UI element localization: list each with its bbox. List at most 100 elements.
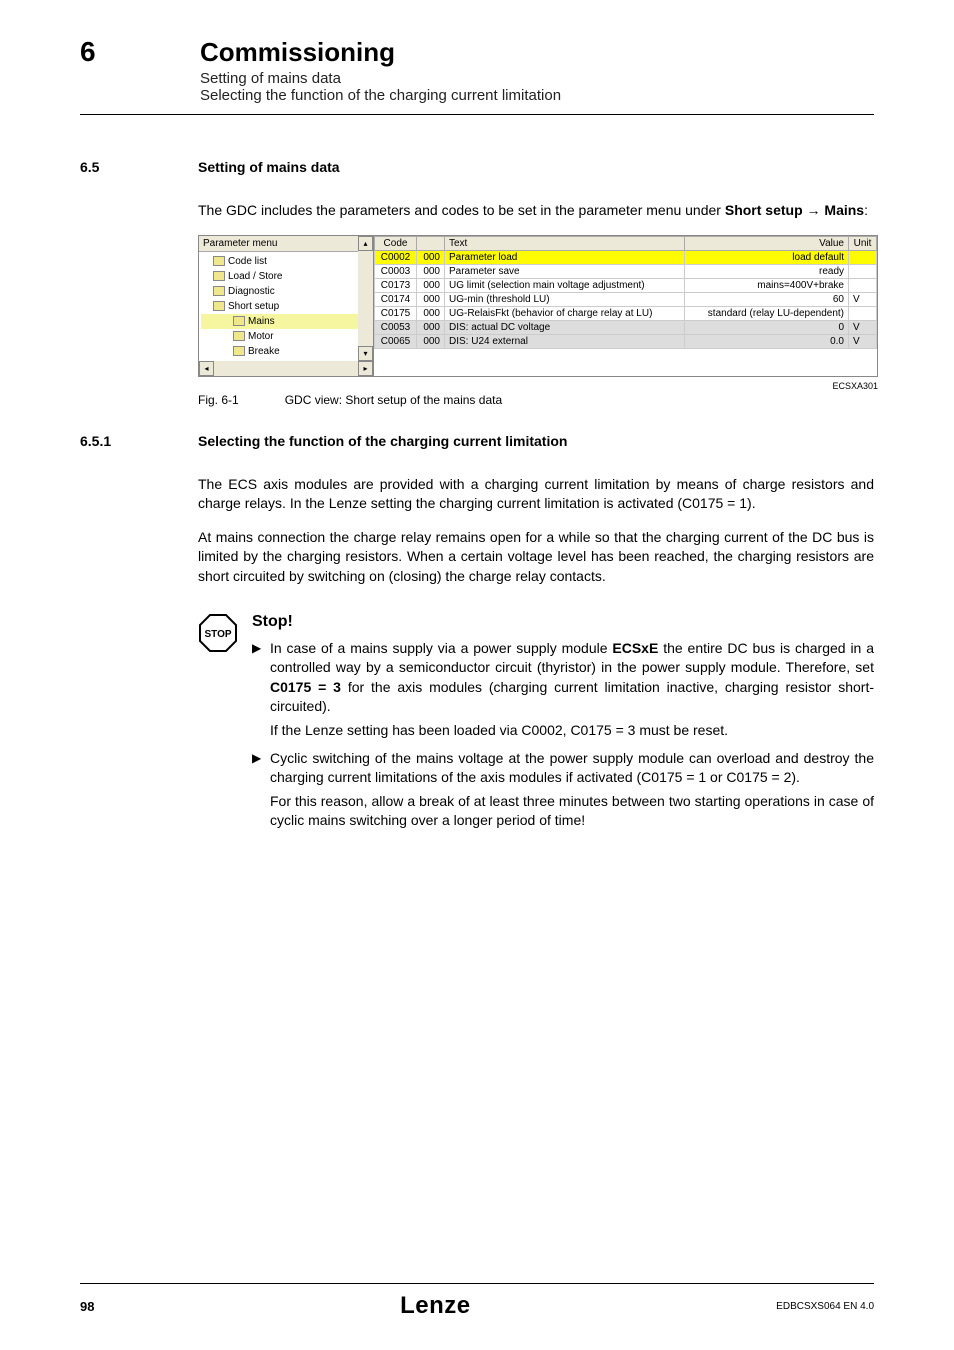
cell-text: UG-RelaisFkt (behavior of charge relay a…	[445, 306, 685, 320]
figure-number: Fig. 6-1	[198, 393, 239, 407]
col-value[interactable]: Value	[684, 236, 848, 250]
cell-unit	[849, 250, 877, 264]
text-bold: ECSxE	[612, 640, 658, 656]
tree-item-diagnostic[interactable]: Diagnostic	[201, 284, 371, 299]
text: for the axis modules (charging current l…	[270, 679, 874, 715]
cell-text: Parameter load	[445, 250, 685, 264]
cell-text: DIS: actual DC voltage	[445, 320, 685, 334]
tree-label: Diagnostic	[228, 286, 275, 297]
cell-sub: 000	[417, 250, 445, 264]
scroll-left-icon[interactable]: ◂	[199, 361, 214, 376]
col-unit[interactable]: Unit	[849, 236, 877, 250]
folder-icon	[213, 301, 225, 311]
tree-item-breake[interactable]: Breake	[201, 344, 371, 359]
triangle-bullet-icon: ▶	[252, 639, 264, 717]
tree-item-codelist[interactable]: Code list	[201, 254, 371, 269]
tree-item-loadstore[interactable]: Load / Store	[201, 269, 371, 284]
parameter-tree[interactable]: Parameter menu Code list Load / Store Di…	[199, 236, 374, 376]
page-footer: 98 Lenze EDBCSXS064 EN 4.0	[80, 1283, 874, 1320]
cell-unit	[849, 306, 877, 320]
header-rule	[80, 114, 874, 115]
page-number: 98	[80, 1299, 94, 1314]
chapter-header: 6 Commissioning Setting of mains data Se…	[80, 36, 874, 104]
cell-text: Parameter save	[445, 264, 685, 278]
cell-sub: 000	[417, 306, 445, 320]
tree-item-motor[interactable]: Motor	[201, 329, 371, 344]
tree-item-shortsetup[interactable]: Short setup	[201, 299, 371, 314]
table-row[interactable]: C0003000Parameter saveready	[375, 264, 877, 278]
col-text[interactable]: Text	[445, 236, 685, 250]
tree-vscroll[interactable]: ▴ ▾	[358, 236, 373, 361]
figure-caption: Fig. 6-1 GDC view: Short setup of the ma…	[198, 393, 878, 407]
cell-code: C0174	[375, 292, 417, 306]
cell-text: DIS: U24 external	[445, 334, 685, 348]
col-sub[interactable]	[417, 236, 445, 250]
table-row[interactable]: C0002000Parameter loadload default	[375, 250, 877, 264]
paragraph: At mains connection the charge relay rem…	[198, 528, 874, 587]
tree-label: Code list	[228, 256, 267, 267]
cell-code: C0065	[375, 334, 417, 348]
section-intro: The GDC includes the parameters and code…	[198, 201, 874, 221]
col-code[interactable]: Code	[375, 236, 417, 250]
intro-text: The GDC includes the parameters and code…	[198, 202, 725, 218]
scroll-down-icon[interactable]: ▾	[358, 346, 373, 361]
gdc-screenshot: Parameter menu Code list Load / Store Di…	[198, 235, 878, 407]
text-bold: C0175 = 3	[270, 679, 341, 695]
table-row[interactable]: C0175000UG-RelaisFkt (behavior of charge…	[375, 306, 877, 320]
table-row[interactable]: C0173000UG limit (selection main voltage…	[375, 278, 877, 292]
folder-icon	[213, 286, 225, 296]
chapter-subtitle-2: Selecting the function of the charging c…	[200, 87, 874, 104]
folder-icon	[233, 346, 245, 356]
cell-text: UG limit (selection main voltage adjustm…	[445, 278, 685, 292]
folder-icon	[213, 271, 225, 281]
chapter-number: 6	[80, 36, 100, 68]
bullet-text: Cyclic switching of the mains voltage at…	[270, 749, 874, 788]
chapter-subtitle-1: Setting of mains data	[200, 70, 874, 87]
folder-icon	[213, 256, 225, 266]
chapter-title: Commissioning	[200, 37, 874, 68]
figure-caption-text: GDC view: Short setup of the mains data	[285, 393, 502, 407]
cell-sub: 000	[417, 264, 445, 278]
stop-title: Stop!	[252, 613, 874, 631]
table-row[interactable]: C0174000UG-min (threshold LU)60V	[375, 292, 877, 306]
section-number: 6.5.1	[80, 433, 140, 449]
cell-code: C0003	[375, 264, 417, 278]
tree-label: Motor	[248, 331, 274, 342]
scroll-up-icon[interactable]: ▴	[358, 236, 373, 251]
document-id: EDBCSXS064 EN 4.0	[776, 1301, 874, 1312]
bullet-continuation: For this reason, allow a break of at lea…	[270, 792, 874, 831]
cell-sub: 000	[417, 320, 445, 334]
section-6-5-1: 6.5.1 Selecting the function of the char…	[80, 433, 874, 839]
cell-value: 0.0	[684, 334, 848, 348]
tree-label: Breake	[248, 346, 280, 357]
tree-label: Load / Store	[228, 271, 282, 282]
cell-code: C0175	[375, 306, 417, 320]
tree-hscroll[interactable]: ◂ ▸	[199, 361, 373, 376]
scroll-right-icon[interactable]: ▸	[358, 361, 373, 376]
tree-label: Short setup	[228, 301, 279, 312]
section-title: Setting of mains data	[198, 159, 340, 175]
cell-unit: V	[849, 292, 877, 306]
cell-value: 60	[684, 292, 848, 306]
cell-value: 0	[684, 320, 848, 334]
intro-tail: :	[864, 202, 868, 218]
cell-code: C0173	[375, 278, 417, 292]
cell-unit: V	[849, 320, 877, 334]
bullet-text: In case of a mains supply via a power su…	[270, 639, 874, 717]
tree-label: Mains	[248, 316, 275, 327]
cell-value: ready	[684, 264, 848, 278]
brand-logo: Lenze	[400, 1292, 471, 1320]
tree-item-mains[interactable]: Mains	[201, 314, 371, 329]
table-row[interactable]: C0053000DIS: actual DC voltage0V	[375, 320, 877, 334]
cell-value: mains=400V+brake	[684, 278, 848, 292]
tree-header: Parameter menu	[199, 236, 373, 252]
table-row[interactable]: C0065000DIS: U24 external0.0V	[375, 334, 877, 348]
cell-unit	[849, 264, 877, 278]
cell-value: load default	[684, 250, 848, 264]
cell-code: C0053	[375, 320, 417, 334]
text: In case of a mains supply via a power su…	[270, 640, 612, 656]
cell-code: C0002	[375, 250, 417, 264]
svg-text:STOP: STOP	[204, 629, 231, 640]
bullet-item: ▶ In case of a mains supply via a power …	[252, 639, 874, 717]
parameter-table[interactable]: Code Text Value Unit C0002000Parameter l…	[374, 236, 877, 376]
